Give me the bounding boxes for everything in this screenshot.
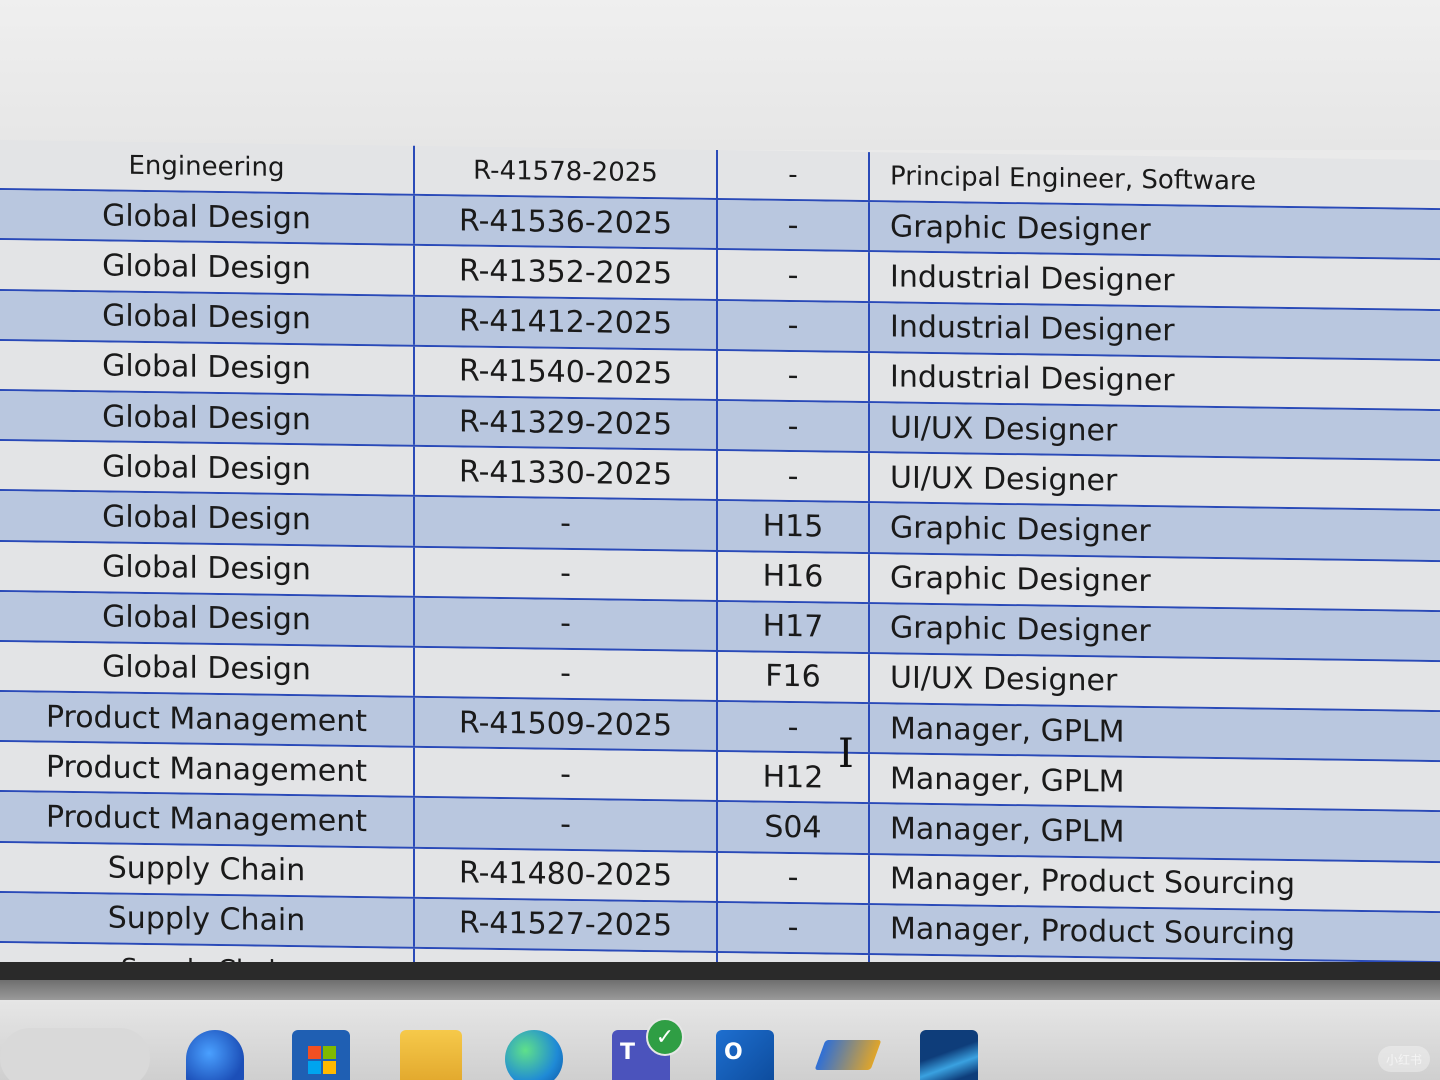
microsoft-store-icon[interactable] [292, 1030, 350, 1080]
role-cell[interactable]: Industrial Designer [870, 253, 1440, 309]
watermark-badge: 小红书 [1378, 1046, 1430, 1072]
code-cell[interactable]: - [718, 902, 870, 954]
department-cell[interactable]: Global Design [0, 340, 415, 395]
app-icon-2[interactable] [920, 1030, 978, 1080]
code-cell[interactable]: - [718, 953, 870, 962]
department-cell[interactable]: Global Design [0, 390, 415, 445]
requisition-cell[interactable]: R-41536-2025 [415, 195, 718, 249]
requisition-cell[interactable]: - [415, 798, 718, 851]
role-cell[interactable]: Industrial Designer [870, 303, 1440, 359]
department-cell[interactable]: Global Design [0, 641, 415, 696]
department-cell[interactable]: Global Design [0, 441, 415, 496]
department-cell[interactable]: Global Design [0, 541, 415, 596]
role-cell[interactable]: Graphic Designer [870, 604, 1440, 660]
code-cell[interactable]: H17 [718, 601, 870, 653]
role-cell[interactable]: UI/UX Designer [870, 654, 1440, 710]
code-cell[interactable]: - [718, 150, 870, 201]
department-cell[interactable]: Engineering [0, 140, 415, 194]
role-cell[interactable]: Principal Engineer, Software [870, 152, 1440, 208]
outlook-letter: O [724, 1040, 743, 1065]
spreadsheet-header-area [0, 0, 1440, 150]
code-cell[interactable]: H16 [718, 551, 870, 602]
role-cell[interactable]: Manager, Product Sourcing [870, 855, 1440, 911]
requisition-cell[interactable]: R-41330-2025 [415, 446, 718, 500]
checkmark-icon: ✓ [646, 1018, 684, 1056]
role-cell[interactable]: UI/UX Designer [870, 453, 1440, 509]
code-cell[interactable]: - [718, 200, 870, 251]
code-cell[interactable]: F16 [718, 651, 870, 703]
role-cell[interactable]: Manager, GPLM [870, 704, 1440, 760]
requisition-cell[interactable]: - [415, 748, 718, 801]
role-cell[interactable]: UI/UX Designer [870, 403, 1440, 459]
job-requisition-table: Engineering R-41578-2025- Principal Engine… [0, 140, 1440, 962]
role-cell[interactable]: Manager, Product Sourcing [870, 905, 1440, 961]
role-cell[interactable]: Industrial Designer [870, 353, 1440, 409]
role-cell[interactable]: Graphic Designer [870, 503, 1440, 559]
role-cell[interactable]: Graphic Designer [870, 554, 1440, 610]
requisition-cell[interactable]: R-41412-2025 [415, 296, 718, 349]
requisition-cell[interactable]: R-41578-2025 [415, 145, 718, 199]
screen-divider [0, 980, 1440, 1000]
code-cell[interactable]: S04 [718, 802, 870, 853]
spreadsheet: Engineering R-41578-2025- Principal Engine… [0, 140, 1440, 962]
code-cell[interactable]: - [718, 451, 870, 502]
requisition-cell[interactable]: - [415, 497, 718, 550]
code-cell[interactable]: H15 [718, 501, 870, 552]
role-cell[interactable]: Graphic Designer [870, 202, 1440, 258]
teams-letter: T [620, 1040, 636, 1065]
department-cell[interactable]: Product Management [0, 742, 415, 797]
department-cell[interactable]: Global Design [0, 290, 415, 345]
requisition-cell[interactable]: R-41480-2025 [415, 848, 718, 901]
department-cell[interactable]: Supply Chain [0, 892, 415, 947]
code-cell[interactable]: - [718, 400, 870, 452]
window-bottom-edge [0, 962, 1440, 980]
requisition-cell[interactable]: R-41527-2025 [415, 898, 718, 952]
department-cell[interactable]: Global Design [0, 591, 415, 646]
code-cell[interactable]: - [718, 250, 870, 301]
department-cell[interactable]: Product Management [0, 792, 415, 847]
outlook-icon[interactable]: O [716, 1030, 774, 1080]
department-cell[interactable]: Product Management [0, 692, 415, 747]
role-cell[interactable]: Manager, GPLM [870, 805, 1440, 861]
taskbar: T ✓ O 小红书 [0, 1000, 1440, 1080]
code-cell[interactable]: - [718, 300, 870, 351]
photo-of-screen: Engineering R-41578-2025- Principal Engine… [0, 0, 1440, 1080]
requisition-cell[interactable]: R-41329-2025 [415, 396, 718, 450]
requisition-cell[interactable]: R-41540-2025 [415, 346, 718, 399]
department-cell[interactable]: Global Design [0, 491, 415, 546]
requisition-cell[interactable]: - [415, 647, 718, 701]
teams-icon[interactable]: T ✓ [612, 1018, 684, 1080]
requisition-cell[interactable]: R-41352-2025 [415, 246, 718, 299]
role-cell[interactable]: Manager, GPLM [870, 754, 1440, 810]
code-cell[interactable]: - [718, 852, 870, 903]
edge-icon[interactable] [505, 1030, 563, 1080]
department-cell[interactable]: Global Design [0, 190, 415, 245]
copilot-icon[interactable] [186, 1030, 244, 1080]
app-icon[interactable] [814, 1040, 882, 1070]
department-cell[interactable]: Supply Chain [0, 842, 415, 897]
text-cursor-icon: I [838, 731, 854, 777]
file-explorer-icon[interactable] [400, 1030, 462, 1080]
code-cell[interactable]: - [718, 350, 870, 402]
requisition-cell[interactable]: R-41509-2025 [415, 697, 718, 751]
department-cell[interactable]: Global Design [0, 240, 415, 295]
requisition-cell[interactable]: - [415, 597, 718, 650]
requisition-cell[interactable]: - [415, 547, 718, 600]
taskbar-search[interactable] [0, 1028, 150, 1080]
